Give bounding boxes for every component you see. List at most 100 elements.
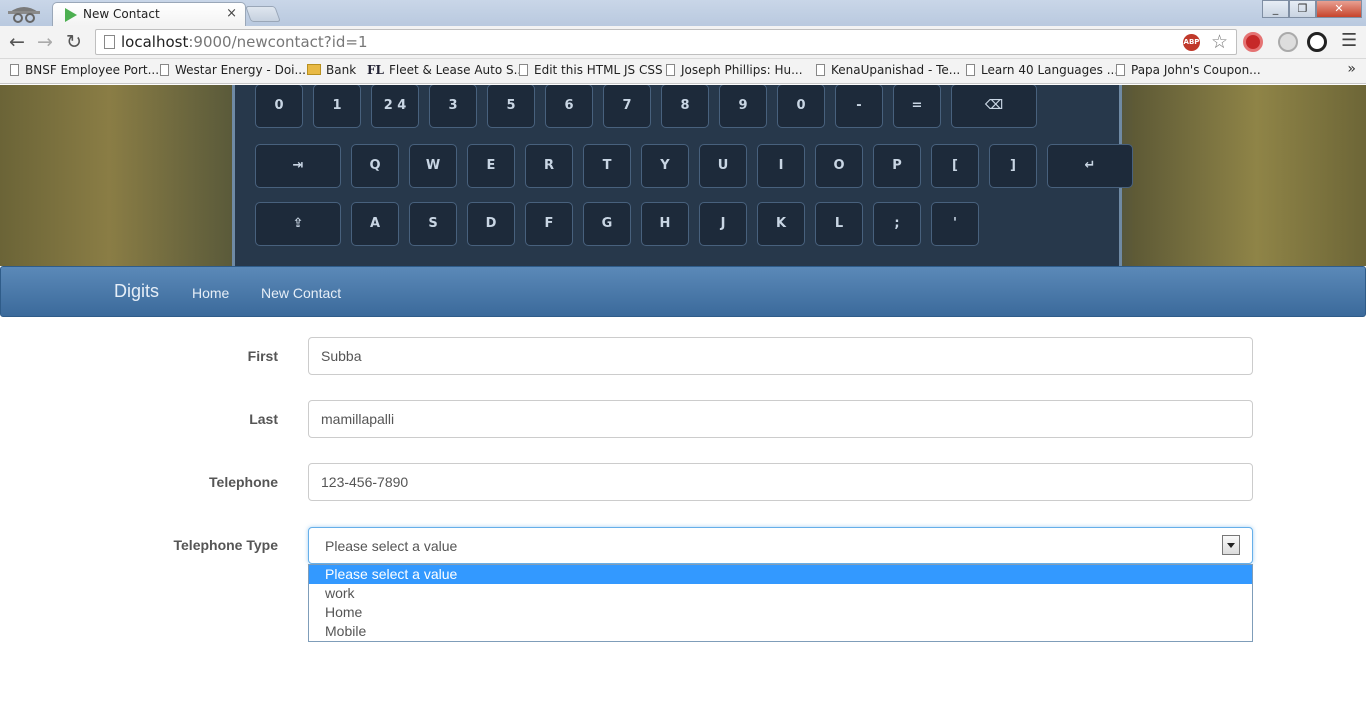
keyboard-key: ⇪: [255, 202, 341, 246]
keyboard-key: F: [525, 202, 573, 246]
keyboard-key: G: [583, 202, 631, 246]
page-icon: [10, 64, 19, 76]
play-favicon-icon: [65, 8, 77, 22]
bookmarks-overflow-icon[interactable]: »: [1347, 61, 1356, 77]
minimize-icon[interactable]: _: [1262, 0, 1289, 18]
option-work[interactable]: work: [309, 584, 1252, 603]
page-icon: [666, 64, 675, 76]
site-navbar: Digits Home New Contact: [0, 266, 1366, 317]
keyboard-key: 1: [313, 85, 361, 128]
bookmark-item[interactable]: Westar Energy - Doi...: [160, 63, 306, 79]
keyboard-key: L: [815, 202, 863, 246]
nav-home[interactable]: Home: [192, 285, 229, 301]
page-icon: [816, 64, 825, 76]
restore-icon[interactable]: ❐: [1289, 0, 1316, 18]
keyboard-key: U: [699, 144, 747, 188]
last-name-input[interactable]: mamillapalli: [308, 400, 1253, 438]
bookmark-folder[interactable]: Bank: [307, 63, 356, 79]
bookmark-item[interactable]: Edit this HTML JS CSS: [519, 63, 663, 79]
first-name-input[interactable]: Subba: [308, 337, 1253, 375]
keyboard-key: W: [409, 144, 457, 188]
keyboard-key: T: [583, 144, 631, 188]
keyboard-key: Y: [641, 144, 689, 188]
page-icon: [966, 64, 975, 76]
last-label: Last: [249, 411, 278, 427]
address-bar[interactable]: localhost:9000/newcontact?id=1 ABP ☆: [95, 29, 1237, 55]
keyboard-key: 8: [661, 85, 709, 128]
option-home[interactable]: Home: [309, 603, 1252, 622]
first-label: First: [247, 348, 278, 364]
tab-new-contact[interactable]: New Contact ×: [52, 2, 246, 26]
keyboard-key: [: [931, 144, 979, 188]
telephone-type-label: Telephone Type: [173, 537, 279, 553]
page-icon: [104, 35, 115, 49]
bookmark-item[interactable]: Joseph Phillips: Hu...: [666, 63, 803, 79]
keyboard-key: K: [757, 202, 805, 246]
keyboard-row: 012 4 3 5 6 7 8 9 0- = ⌫: [255, 85, 1037, 128]
chevron-down-icon[interactable]: [1222, 535, 1240, 555]
keyboard-key: J: [699, 202, 747, 246]
hamburger-menu-icon[interactable]: ☰: [1341, 30, 1357, 51]
option-please-select[interactable]: Please select a value: [309, 565, 1252, 584]
keyboard-row: ⇥ Q W E R T Y U I O P[] ↵: [255, 144, 1133, 188]
adblock-icon[interactable]: ABP: [1183, 34, 1200, 51]
tab-close-icon[interactable]: ×: [226, 6, 237, 21]
window-close-icon[interactable]: ✕: [1316, 0, 1362, 18]
telephone-input[interactable]: 123-456-7890: [308, 463, 1253, 501]
bookmark-star-icon[interactable]: ☆: [1211, 31, 1228, 53]
page-icon: [519, 64, 528, 76]
keyboard-key: =: [893, 85, 941, 128]
keyboard-key: 3: [429, 85, 477, 128]
keyboard-key: ⇥: [255, 144, 341, 188]
bookmark-item[interactable]: BNSF Employee Port...: [10, 63, 159, 79]
keyboard-key: E: [467, 144, 515, 188]
bookmark-item[interactable]: Learn 40 Languages ...: [966, 63, 1118, 79]
keyboard-illustration: 012 4 3 5 6 7 8 9 0- = ⌫ ⇥ Q W E R T Y U I O P[] ↵ ⇪ A S D F G H J K…: [232, 85, 1133, 266]
keyboard-key: A: [351, 202, 399, 246]
keyboard-row: ⇪ A S D F G H J K L; ': [255, 202, 979, 246]
keyboard-key: O: [815, 144, 863, 188]
bookmark-item[interactable]: KenaUpanishad - Te...: [816, 63, 960, 79]
nav-new-contact[interactable]: New Contact: [261, 285, 341, 301]
folder-icon: [307, 64, 321, 75]
telephone-label: Telephone: [209, 474, 278, 490]
keyboard-key: 9: [719, 85, 767, 128]
keyboard-key: 2 4: [371, 85, 419, 128]
telephone-type-select[interactable]: Please select a value: [308, 527, 1253, 564]
bookmark-item[interactable]: FL Fleet & Lease Auto S...: [367, 63, 525, 79]
url-text[interactable]: localhost:9000/newcontact?id=1: [121, 33, 368, 51]
hero-banner-image: 012 4 3 5 6 7 8 9 0- = ⌫ ⇥ Q W E R T Y U I O P[] ↵ ⇪ A S D F G H J K…: [0, 85, 1366, 266]
telephone-type-dropdown: Please select a value work Home Mobile: [308, 564, 1253, 642]
back-icon[interactable]: ←: [6, 31, 28, 53]
brand-link[interactable]: Digits: [114, 281, 159, 302]
keyboard-key: R: [525, 144, 573, 188]
extension-power-icon[interactable]: [1243, 32, 1263, 52]
option-mobile[interactable]: Mobile: [309, 622, 1252, 641]
keyboard-key: ⌫: [951, 85, 1037, 128]
keyboard-key: ;: [873, 202, 921, 246]
page-icon: [1116, 64, 1125, 76]
bookmarks-bar: BNSF Employee Port... Westar Energy - Do…: [0, 59, 1366, 84]
keyboard-key: ': [931, 202, 979, 246]
keyboard-key: H: [641, 202, 689, 246]
page-icon: [160, 64, 169, 76]
select-current-value: Please select a value: [325, 538, 458, 554]
extension-search-icon[interactable]: [1278, 32, 1298, 52]
browser-tab-bar: New Contact × _ ❐ ✕: [0, 0, 1366, 26]
keyboard-key: ]: [989, 144, 1037, 188]
keyboard-key: D: [467, 202, 515, 246]
extension-sync-icon[interactable]: [1307, 32, 1327, 52]
incognito-icon: [4, 0, 44, 26]
reload-icon[interactable]: ↻: [63, 31, 85, 53]
keyboard-key: S: [409, 202, 457, 246]
keyboard-key: 0: [777, 85, 825, 128]
fl-icon: FL: [367, 63, 384, 77]
keyboard-key: -: [835, 85, 883, 128]
forward-icon[interactable]: →: [34, 31, 56, 53]
tab-title: New Contact: [83, 7, 160, 21]
keyboard-key: 7: [603, 85, 651, 128]
new-tab-button[interactable]: [245, 6, 281, 22]
keyboard-key: 6: [545, 85, 593, 128]
browser-toolbar: ← → ↻ localhost:9000/newcontact?id=1 ABP…: [0, 26, 1366, 59]
bookmark-item[interactable]: Papa John's Coupon...: [1116, 63, 1261, 79]
